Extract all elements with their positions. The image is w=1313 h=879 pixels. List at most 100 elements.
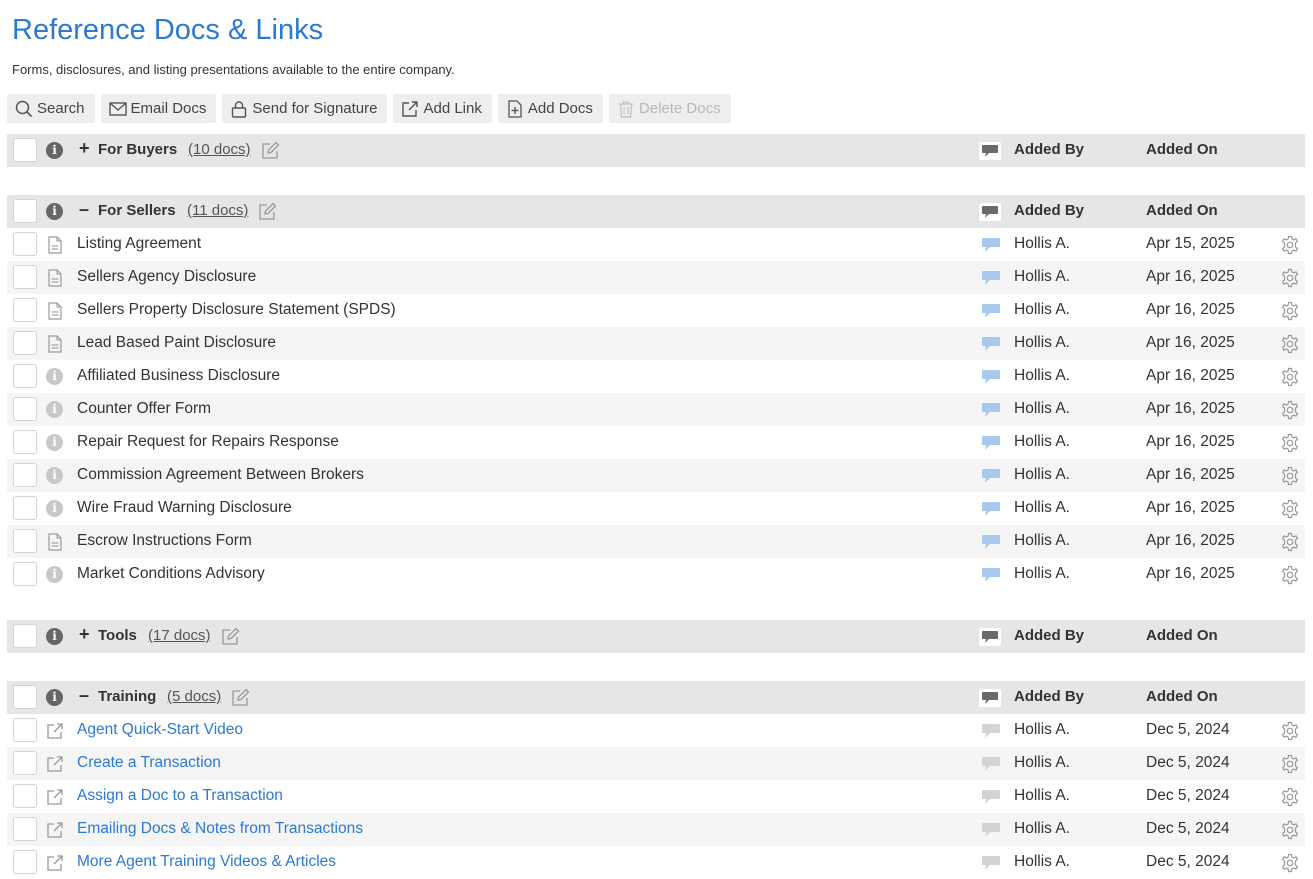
group-doc-count[interactable]: (5 docs) [167, 688, 221, 705]
info-icon[interactable]: i [46, 203, 63, 220]
gear-icon[interactable] [1280, 565, 1300, 585]
group-name[interactable]: Tools [98, 627, 137, 644]
group-doc-count[interactable]: (11 docs) [187, 202, 248, 219]
external-link-icon[interactable] [46, 821, 64, 839]
row-select-checkbox[interactable] [13, 850, 37, 874]
external-link-icon[interactable] [46, 722, 64, 740]
row-select-checkbox[interactable] [13, 397, 37, 421]
gear-icon[interactable] [1280, 268, 1300, 288]
row-select-checkbox[interactable] [13, 784, 37, 808]
email-docs-button[interactable]: Email Docs [100, 94, 217, 123]
row-select-checkbox[interactable] [13, 298, 37, 322]
doc-name[interactable]: Escrow Instructions Form [77, 532, 252, 550]
edit-icon[interactable] [258, 202, 277, 221]
comment-icon[interactable] [981, 567, 1001, 583]
comment-icon[interactable] [981, 501, 1001, 517]
doc-name[interactable]: Listing Agreement [77, 235, 201, 253]
comment-icon[interactable] [981, 468, 1001, 484]
gear-icon[interactable] [1280, 400, 1300, 420]
link-name[interactable]: More Agent Training Videos & Articles [77, 853, 336, 871]
doc-name[interactable]: Sellers Agency Disclosure [77, 268, 256, 286]
gear-icon[interactable] [1280, 787, 1300, 807]
doc-name[interactable]: Affiliated Business Disclosure [77, 367, 280, 385]
gear-icon[interactable] [1280, 721, 1300, 741]
row-select-checkbox[interactable] [13, 529, 37, 553]
search-button[interactable]: Search [7, 94, 95, 123]
comment-icon[interactable] [981, 369, 1001, 385]
group-toggle[interactable]: + [79, 624, 90, 645]
add-docs-button[interactable]: Add Docs [497, 94, 603, 123]
row-select-checkbox[interactable] [13, 331, 37, 355]
row-select-checkbox[interactable] [13, 496, 37, 520]
row-select-checkbox[interactable] [13, 718, 37, 742]
comment-icon[interactable] [981, 237, 1001, 253]
delete-docs-button[interactable]: Delete Docs [608, 94, 731, 123]
group-toggle[interactable]: + [79, 138, 90, 159]
gear-icon[interactable] [1280, 499, 1300, 519]
gear-icon[interactable] [1280, 235, 1300, 255]
gear-icon[interactable] [1280, 466, 1300, 486]
group-toggle[interactable]: – [79, 199, 89, 220]
row-select-checkbox[interactable] [13, 430, 37, 454]
doc-name[interactable]: Lead Based Paint Disclosure [77, 334, 276, 352]
comment-icon[interactable] [981, 822, 1001, 838]
edit-icon[interactable] [261, 141, 280, 160]
comment-icon[interactable] [981, 756, 1001, 772]
document-icon[interactable] [46, 533, 64, 551]
group-name[interactable]: For Buyers [98, 141, 177, 158]
row-select-checkbox[interactable] [13, 463, 37, 487]
info-icon[interactable]: i [46, 689, 63, 706]
send-for-signature-button[interactable]: Send for Signature [222, 94, 388, 123]
info-icon[interactable]: i [46, 401, 63, 418]
document-icon[interactable] [46, 302, 64, 320]
row-select-checkbox[interactable] [13, 751, 37, 775]
info-icon[interactable]: i [46, 434, 63, 451]
document-icon[interactable] [46, 269, 64, 287]
doc-name[interactable]: Sellers Property Disclosure Statement (S… [77, 301, 396, 319]
comment-icon[interactable] [981, 435, 1001, 451]
row-select-checkbox[interactable] [13, 232, 37, 256]
edit-icon[interactable] [231, 688, 250, 707]
external-link-icon[interactable] [46, 788, 64, 806]
info-icon[interactable]: i [46, 628, 63, 645]
group-select-checkbox[interactable] [13, 685, 37, 709]
add-link-button[interactable]: Add Link [393, 94, 492, 123]
gear-icon[interactable] [1280, 433, 1300, 453]
info-icon[interactable]: i [46, 500, 63, 517]
external-link-icon[interactable] [46, 854, 64, 872]
gear-icon[interactable] [1280, 532, 1300, 552]
group-toggle[interactable]: – [79, 685, 89, 706]
group-doc-count[interactable]: (10 docs) [188, 141, 251, 158]
gear-icon[interactable] [1280, 853, 1300, 873]
link-name[interactable]: Agent Quick-Start Video [77, 721, 243, 739]
comment-icon[interactable] [981, 402, 1001, 418]
edit-icon[interactable] [221, 627, 240, 646]
link-name[interactable]: Emailing Docs & Notes from Transactions [77, 820, 363, 838]
gear-icon[interactable] [1280, 301, 1300, 321]
external-link-icon[interactable] [46, 755, 64, 773]
row-select-checkbox[interactable] [13, 817, 37, 841]
row-select-checkbox[interactable] [13, 265, 37, 289]
group-select-checkbox[interactable] [13, 138, 37, 162]
link-name[interactable]: Create a Transaction [77, 754, 221, 772]
comment-icon[interactable] [981, 303, 1001, 319]
doc-name[interactable]: Commission Agreement Between Brokers [77, 466, 364, 484]
info-icon[interactable]: i [46, 142, 63, 159]
comment-icon[interactable] [981, 270, 1001, 286]
group-name[interactable]: Training [98, 688, 156, 705]
comment-icon[interactable] [981, 789, 1001, 805]
doc-name[interactable]: Counter Offer Form [77, 400, 211, 418]
row-select-checkbox[interactable] [13, 364, 37, 388]
group-select-checkbox[interactable] [13, 624, 37, 648]
comment-icon[interactable] [981, 336, 1001, 352]
group-doc-count[interactable]: (17 docs) [148, 627, 211, 644]
info-icon[interactable]: i [46, 566, 63, 583]
info-icon[interactable]: i [46, 368, 63, 385]
gear-icon[interactable] [1280, 754, 1300, 774]
comment-icon[interactable] [981, 723, 1001, 739]
doc-name[interactable]: Repair Request for Repairs Response [77, 433, 339, 451]
group-name[interactable]: For Sellers [98, 202, 176, 219]
link-name[interactable]: Assign a Doc to a Transaction [77, 787, 283, 805]
doc-name[interactable]: Wire Fraud Warning Disclosure [77, 499, 292, 517]
gear-icon[interactable] [1280, 820, 1300, 840]
